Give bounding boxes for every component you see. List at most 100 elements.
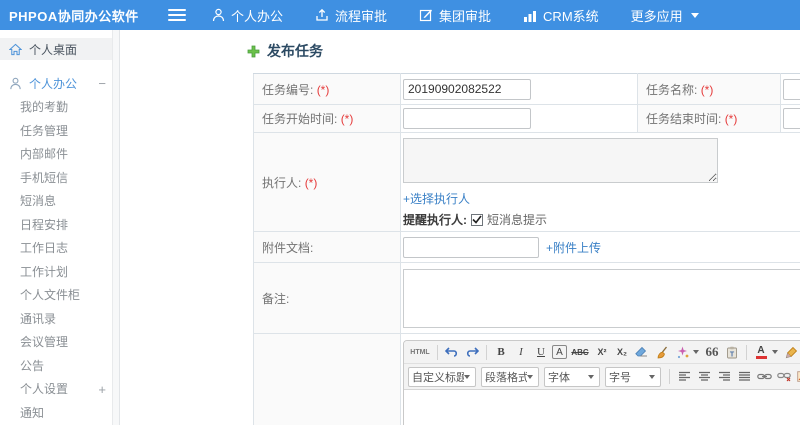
executor-label-cell: 执行人: (*) [253, 132, 401, 232]
sidebar-item-contacts[interactable]: 通讯录 [0, 308, 119, 332]
task-no-input[interactable] [403, 78, 531, 100]
edit-icon [419, 9, 433, 22]
broom-icon [657, 346, 667, 358]
sidebar-section-label: 个人办公 [29, 76, 78, 91]
attachment-input[interactable] [403, 236, 539, 258]
sidebar-item-work-plan[interactable]: 工作计划 [0, 261, 119, 285]
start-time-input[interactable] [403, 108, 531, 129]
italic-button[interactable]: I [512, 344, 530, 361]
dropdown-caret-icon[interactable] [772, 350, 778, 354]
align-justify-button[interactable] [735, 368, 753, 385]
quick-format-button[interactable] [673, 344, 691, 361]
paragraph-format-dropdown[interactable]: 段落格式 [481, 366, 539, 387]
nav-more-apps[interactable]: 更多应用 [631, 6, 699, 25]
nav-group-approval[interactable]: 集团审批 [419, 6, 491, 25]
format-brush-button[interactable] [653, 344, 671, 361]
sidebar-scrollbar[interactable] [112, 30, 119, 425]
sidebar-item-file-cabinet[interactable]: 个人文件柜 [0, 284, 119, 308]
chevron-down-icon [588, 374, 594, 379]
align-left-button[interactable] [675, 368, 693, 385]
field-label: 任务结束时间: [646, 112, 722, 126]
nav-label: 集团审批 [439, 8, 492, 24]
remind-option-label: 短消息提示 [487, 213, 548, 227]
sidebar-item-attendance[interactable]: 我的考勤 [0, 96, 119, 120]
align-right-icon [718, 371, 730, 381]
align-center-button[interactable] [695, 368, 713, 385]
font-color-letter: A [757, 344, 765, 356]
font-style-box-button[interactable]: A [552, 345, 567, 359]
underline-button[interactable]: U [532, 344, 550, 361]
blockquote-button[interactable]: 66 [703, 344, 721, 361]
collapse-minus-icon[interactable]: − [98, 76, 106, 91]
task-name-label-cell: 任务名称: (*) [637, 73, 781, 105]
required-mark: (*) [340, 112, 354, 126]
task-name-input[interactable] [783, 78, 800, 100]
dropdown-caret-icon[interactable] [693, 350, 699, 354]
sidebar-item-work-log[interactable]: 工作日志 [0, 237, 119, 261]
font-size-dropdown[interactable]: 字号 [605, 366, 661, 387]
toolbar-separator [669, 369, 670, 384]
font-color-button[interactable]: A [752, 344, 770, 361]
editor-label-cell [253, 333, 401, 425]
end-time-label-cell: 任务结束时间: (*) [637, 104, 781, 133]
sidebar-item-notice[interactable]: 通知 [0, 402, 119, 425]
superscript-button[interactable]: X² [593, 344, 611, 361]
sidebar-item-mobile-sms[interactable]: 手机短信 [0, 167, 119, 191]
eraser-button[interactable] [633, 344, 651, 361]
remark-textarea[interactable] [403, 268, 800, 328]
attachment-field-cell: +附件上传 [400, 231, 800, 263]
insert-link-button[interactable] [755, 368, 773, 385]
sidebar-item-internal-mail[interactable]: 内部邮件 [0, 143, 119, 167]
highlight-button[interactable] [782, 344, 800, 361]
nav-workflow-approval[interactable]: 流程审批 [315, 6, 387, 25]
executor-field-cell: +选择执行人 提醒执行人: 短消息提示 [400, 132, 800, 232]
remove-link-button[interactable] [775, 368, 793, 385]
font-family-dropdown[interactable]: 字体 [544, 366, 600, 387]
sidebar-item-schedule[interactable]: 日程安排 [0, 214, 119, 238]
sms-remind-checkbox[interactable] [471, 213, 483, 226]
sidebar-item-label: 个人桌面 [29, 42, 78, 57]
align-right-button[interactable] [715, 368, 733, 385]
select-executor-link[interactable]: +选择执行人 [403, 190, 800, 207]
redo-button[interactable] [463, 344, 481, 361]
end-time-input[interactable] [783, 108, 800, 129]
attachment-upload-link[interactable]: +附件上传 [546, 239, 601, 256]
insert-image-button[interactable] [795, 368, 800, 385]
sidebar-item-task-management[interactable]: 任务管理 [0, 120, 119, 144]
sidebar-item-personal-settings[interactable]: 个人设置 + [0, 378, 119, 402]
sidebar-item-announcement[interactable]: 公告 [0, 355, 119, 379]
page-title-text: 发布任务 [267, 43, 323, 59]
editor-content-area[interactable] [404, 390, 800, 425]
content-area: 发布任务 任务编号: (*) 任务名称: (*) [120, 30, 800, 425]
chevron-down-icon [649, 374, 655, 379]
check-icon [472, 215, 482, 224]
undo-button[interactable] [443, 344, 461, 361]
nav-personal-office[interactable]: 个人办公 [212, 6, 283, 25]
attachment-label-cell: 附件文档: [253, 231, 401, 263]
row-executor: 执行人: (*) +选择执行人 提醒执行人: 短消息提示 [253, 132, 800, 232]
sidebar-item-meeting-management[interactable]: 会议管理 [0, 331, 119, 355]
paste-text-button[interactable]: T [723, 344, 741, 361]
executor-textarea[interactable] [403, 138, 718, 183]
menu-toggle-icon[interactable] [168, 9, 186, 21]
expand-plus-icon[interactable]: + [98, 378, 106, 402]
strikethrough-button[interactable]: ABC [569, 344, 591, 361]
heading-style-dropdown[interactable]: 自定义标题 [408, 366, 476, 387]
nav-crm-system[interactable]: CRM系统 [523, 6, 599, 25]
sidebar-menu: 我的考勤 任务管理 内部邮件 手机短信 短消息 日程安排 工作日志 工作计划 个… [0, 96, 119, 425]
clipboard-icon: T [727, 346, 737, 358]
start-time-field-cell [400, 104, 638, 133]
sidebar-item-short-message[interactable]: 短消息 [0, 190, 119, 214]
html-source-button[interactable]: HTML [408, 344, 432, 361]
page-title: 发布任务 [247, 42, 800, 60]
chevron-down-icon [464, 374, 470, 379]
dropdown-label: 段落格式 [485, 371, 527, 384]
required-mark: (*) [700, 82, 714, 97]
subscript-button[interactable]: X₂ [613, 344, 631, 361]
sidebar-item-desktop[interactable]: 个人桌面 [0, 38, 119, 60]
field-label: 任务编号: [262, 82, 314, 97]
redo-icon [466, 347, 479, 357]
sidebar-section-personal-office[interactable]: 个人办公 − [0, 73, 119, 93]
task-name-field-cell [780, 73, 800, 105]
bold-button[interactable]: B [492, 344, 510, 361]
